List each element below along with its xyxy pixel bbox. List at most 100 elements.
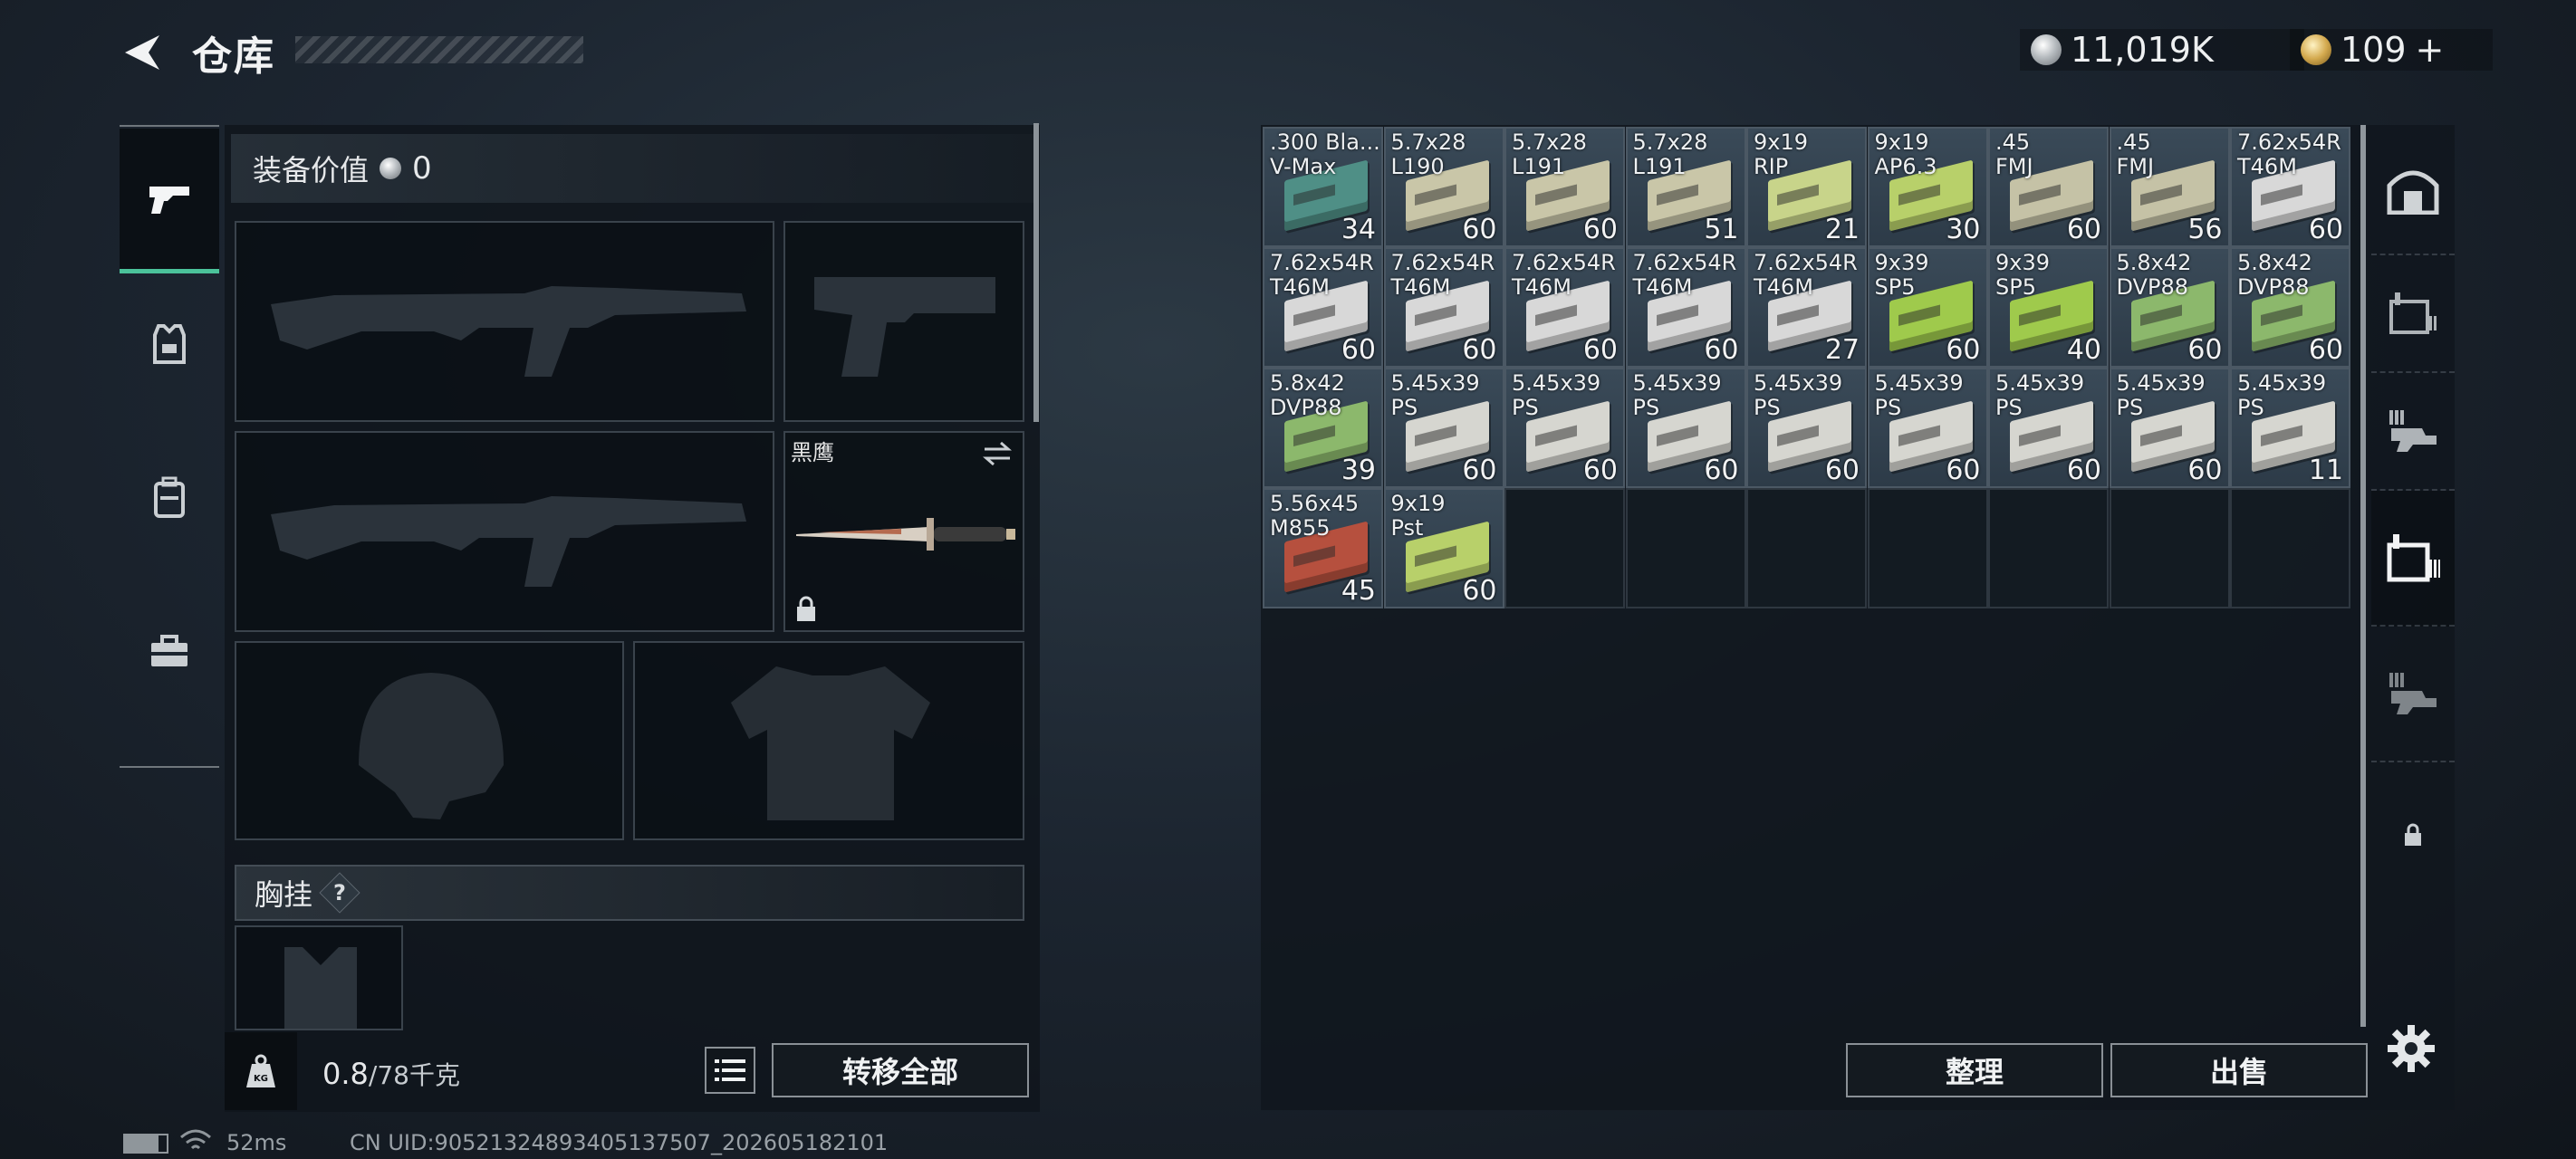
item-name: 9x39 SP5 (1874, 250, 1929, 300)
item-quantity: 60 (1582, 334, 1618, 366)
armor-silhouette-icon (731, 666, 930, 820)
svg-text:KG: KG (254, 1074, 268, 1084)
empty-grid-cell[interactable] (1746, 488, 1867, 608)
inventory-item[interactable]: 5.45x39 PS 60 (1746, 368, 1867, 488)
item-name: 9x19 Pst (1390, 491, 1446, 541)
inventory-item[interactable]: 9x19 Pst 60 (1383, 488, 1504, 608)
item-quantity: 60 (1462, 334, 1497, 366)
item-quantity: 21 (1824, 214, 1860, 245)
title-decoration (295, 36, 583, 63)
helmet-slot[interactable] (235, 641, 624, 840)
inventory-item[interactable]: 7.62x54R T46M 60 (1504, 247, 1625, 368)
transfer-all-button[interactable]: 转移全部 (772, 1043, 1029, 1097)
weight-kg-icon: KG (246, 1054, 275, 1087)
chest-rig-slot[interactable] (235, 925, 403, 1030)
right-nav (2371, 125, 2455, 1030)
inventory-item[interactable]: .45 FMJ 56 (2109, 127, 2230, 247)
inventory-item[interactable]: 5.8x42 DVP88 60 (2109, 247, 2230, 368)
equipment-scrollbar[interactable] (1033, 123, 1039, 422)
nav-weapons[interactable] (120, 129, 219, 273)
inventory-item[interactable]: 5.45x39 PS 60 (1625, 368, 1746, 488)
inventory-item[interactable]: 5.45x39 PS 60 (1504, 368, 1625, 488)
nav-toolbox[interactable] (120, 580, 219, 724)
item-quantity: 11 (2308, 455, 2343, 486)
vest-icon (153, 324, 186, 364)
empty-grid-cell[interactable] (2109, 488, 2230, 608)
help-icon[interactable]: ? (319, 872, 360, 914)
inventory-item[interactable]: 5.8x42 DVP88 39 (1263, 368, 1383, 488)
inventory-item[interactable]: 5.8x42 DVP88 60 (2230, 247, 2350, 368)
inventory-item[interactable]: 5.45x39 PS 60 (1383, 368, 1504, 488)
settings-button[interactable] (2386, 1023, 2437, 1074)
nav-locked-slot[interactable] (2371, 762, 2455, 907)
inventory-item[interactable]: 9x39 SP5 40 (1988, 247, 2109, 368)
item-quantity: 45 (1341, 575, 1376, 607)
item-name: 5.8x42 DVP88 (2237, 250, 2312, 300)
empty-grid-cell[interactable] (2230, 488, 2350, 608)
primary-weapon-slot-2[interactable] (235, 431, 774, 632)
inventory-item[interactable]: 5.45x39 PS 11 (2230, 368, 2350, 488)
inventory-item[interactable]: 5.7x28 L190 60 (1383, 127, 1504, 247)
body-armor-slot[interactable] (633, 641, 1024, 840)
empty-grid-cell[interactable] (1625, 488, 1746, 608)
inventory-grid: .300 Bla... V-Max 34 5.7x28 L190 60 5.7x28 L… (1263, 127, 2353, 616)
inventory-item[interactable]: 5.7x28 L191 51 (1625, 127, 1746, 247)
inventory-item[interactable]: 7.62x54R T46M 60 (1383, 247, 1504, 368)
add-gold-icon[interactable]: + (2416, 30, 2445, 70)
inventory-item[interactable]: 7.62x54R T46M 60 (1625, 247, 1746, 368)
back-button[interactable] (120, 29, 165, 76)
battery-icon (123, 1134, 168, 1154)
inventory-item[interactable]: .300 Bla... V-Max 34 (1263, 127, 1383, 247)
nav-armor[interactable] (120, 272, 219, 417)
item-quantity: 60 (1462, 575, 1497, 607)
back-arrow-icon (125, 35, 159, 70)
weight-current: 0.8 (322, 1057, 369, 1091)
empty-grid-cell[interactable] (1504, 488, 1625, 608)
item-quantity: 60 (2066, 214, 2101, 245)
inventory-item[interactable]: 9x39 SP5 60 (1867, 247, 1988, 368)
nav-weapon-case-1[interactable] (2371, 373, 2455, 491)
nav-container-1[interactable] (2371, 255, 2455, 373)
item-name: 5.45x39 PS (1754, 370, 1843, 420)
nav-ammo-container[interactable] (2371, 491, 2455, 627)
empty-grid-cell[interactable] (1867, 488, 1988, 608)
equipment-value: 0 (412, 150, 432, 187)
primary-weapon-slot-1[interactable] (235, 221, 774, 422)
item-quantity: 51 (1704, 214, 1739, 245)
item-quantity: 60 (1704, 334, 1739, 366)
page-title: 仓库 (192, 34, 275, 80)
nav-backpack[interactable] (120, 426, 219, 570)
nav-weapon-case-2[interactable] (2371, 627, 2455, 762)
item-quantity: 60 (1582, 214, 1618, 245)
inventory-scrollbar[interactable] (2360, 125, 2366, 1027)
item-quantity: 34 (1341, 214, 1376, 245)
gold-amount: 109 (2341, 30, 2407, 70)
nav-stash[interactable] (2371, 125, 2455, 255)
inventory-item[interactable]: 5.7x28 L191 60 (1504, 127, 1625, 247)
item-quantity: 30 (1946, 214, 1981, 245)
empty-grid-cell[interactable] (1988, 488, 2109, 608)
melee-slot[interactable]: 黑鹰 (783, 431, 1024, 632)
silver-currency[interactable]: 11,019K (2020, 29, 2304, 71)
inventory-item[interactable]: 5.56x45 M855 45 (1263, 488, 1383, 608)
inventory-item[interactable]: 5.45x39 PS 60 (1988, 368, 2109, 488)
gold-currency[interactable]: 109 + (2290, 29, 2493, 71)
item-name: 5.7x28 L191 (1512, 129, 1587, 179)
item-quantity: 56 (2187, 214, 2223, 245)
inventory-item[interactable]: .45 FMJ 60 (1988, 127, 2109, 247)
inventory-item[interactable]: 9x19 RIP 21 (1746, 127, 1867, 247)
inventory-item[interactable]: 7.62x54R T46M 60 (2230, 127, 2350, 247)
inventory-item[interactable]: 5.45x39 PS 60 (1867, 368, 1988, 488)
inventory-item[interactable]: 7.62x54R T46M 27 (1746, 247, 1867, 368)
swap-icon[interactable] (981, 440, 1014, 467)
item-name: 7.62x54R T46M (1512, 250, 1616, 300)
sell-button[interactable]: 出售 (2110, 1043, 2368, 1097)
organize-button[interactable]: 整理 (1846, 1043, 2103, 1097)
silver-amount: 11,019K (2071, 30, 2214, 70)
inventory-item[interactable]: 5.45x39 PS 60 (2109, 368, 2230, 488)
inventory-item[interactable]: 7.62x54R T46M 60 (1263, 247, 1383, 368)
pistol-silhouette-icon (814, 277, 995, 377)
list-view-button[interactable] (705, 1047, 755, 1094)
pistol-slot[interactable] (783, 221, 1024, 422)
inventory-item[interactable]: 9x19 AP6.3 30 (1867, 127, 1988, 247)
